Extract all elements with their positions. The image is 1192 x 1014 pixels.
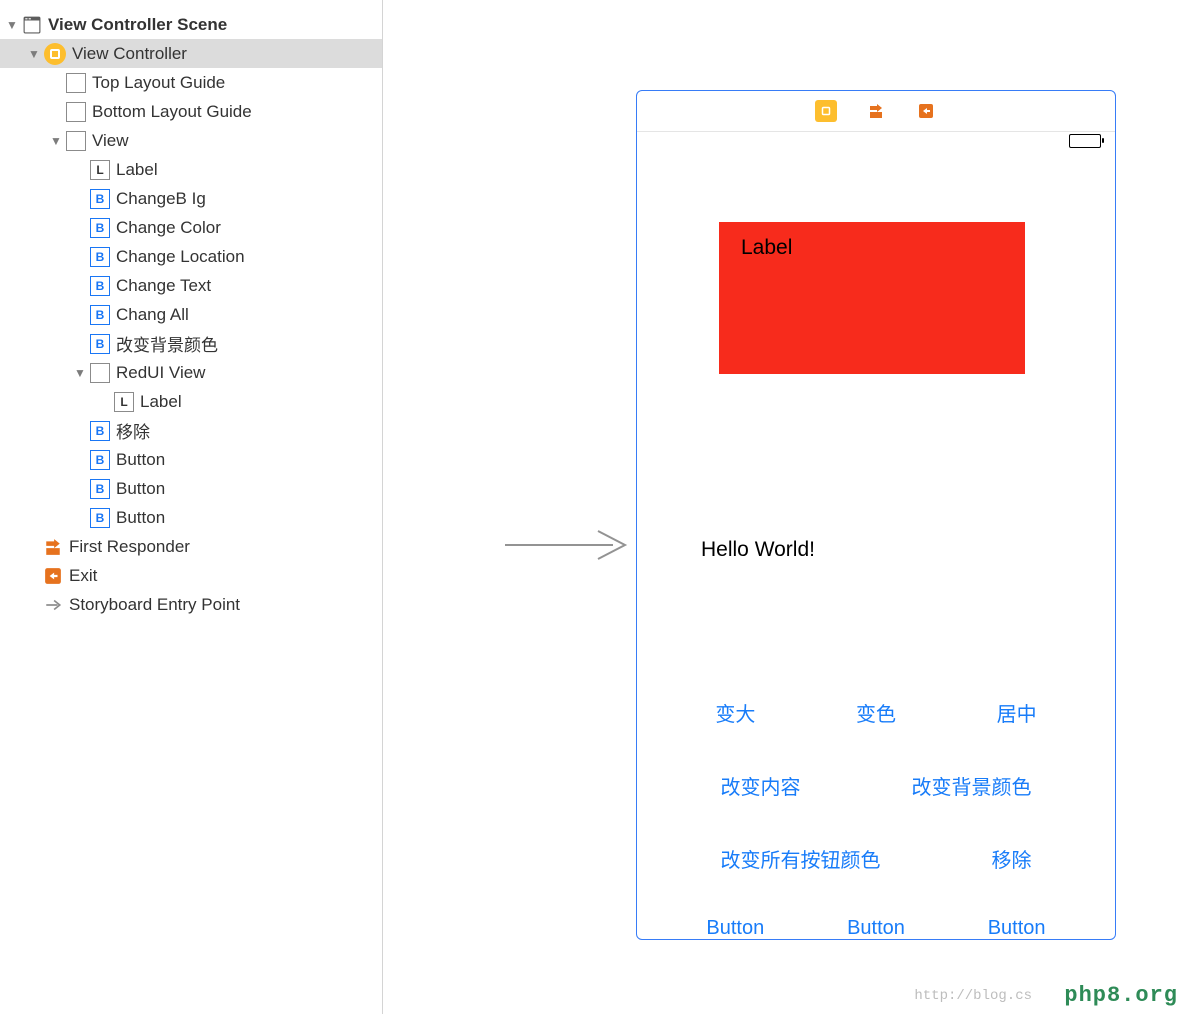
outline-item[interactable]: B Chang All xyxy=(0,300,382,329)
outline-item[interactable]: B ChangeB Ig xyxy=(0,184,382,213)
btn-generic-1[interactable]: Button xyxy=(706,917,764,940)
red-view-label: Label xyxy=(741,236,792,260)
blog-url-watermark: http://blog.cs xyxy=(914,988,1032,1004)
btn-generic-3[interactable]: Button xyxy=(988,917,1046,940)
button-icon: B xyxy=(90,189,110,209)
outline-view-row[interactable]: ▼ View xyxy=(0,126,382,155)
btn-remove[interactable]: 移除 xyxy=(992,844,1032,873)
outline-scene-row[interactable]: ▼ View Controller Scene xyxy=(0,10,382,39)
scene-dock-exit-icon[interactable] xyxy=(915,100,937,122)
uiview-icon xyxy=(66,131,86,151)
hello-world-label: Hello World! xyxy=(701,538,815,562)
disclosure-triangle-icon[interactable]: ▼ xyxy=(26,46,42,62)
outline-item[interactable]: B 改变背景颜色 xyxy=(0,329,382,358)
layoutguide-icon xyxy=(66,102,86,122)
button-icon: B xyxy=(90,247,110,267)
root-view[interactable]: Label Hello World! 变大 变色 居中 改变内容 改变背景颜色 … xyxy=(637,150,1115,940)
site-watermark: php8.org xyxy=(1064,983,1178,1008)
flow-arrow-icon xyxy=(503,525,633,565)
scene-dock xyxy=(637,91,1115,132)
exit-icon xyxy=(43,566,63,586)
outline-item[interactable]: B Button xyxy=(0,474,382,503)
btn-change-text[interactable]: 改变内容 xyxy=(721,771,801,800)
button-row: 改变所有按钮颜色 移除 xyxy=(637,844,1115,873)
battery-icon xyxy=(1069,134,1101,148)
storyboard-canvas-viewcontroller[interactable]: Label Hello World! 变大 变色 居中 改变内容 改变背景颜色 … xyxy=(636,90,1116,940)
outline-item[interactable]: L Label xyxy=(0,387,382,416)
outline-item[interactable]: B Button xyxy=(0,445,382,474)
button-icon: B xyxy=(90,508,110,528)
btn-change-color[interactable]: 变色 xyxy=(856,698,896,727)
outline-viewcontroller-row[interactable]: ▼ View Controller xyxy=(0,39,382,68)
btn-change-all-buttons-color[interactable]: 改变所有按钮颜色 xyxy=(721,844,881,873)
button-row: Button Button Button xyxy=(637,917,1115,940)
button-icon: B xyxy=(90,450,110,470)
outline-item[interactable]: B Change Text xyxy=(0,271,382,300)
button-row: 变大 变色 居中 xyxy=(637,698,1115,727)
outline-item[interactable]: B Change Location xyxy=(0,242,382,271)
outline-item[interactable]: B Button xyxy=(0,503,382,532)
outline-item[interactable]: L Label xyxy=(0,155,382,184)
layoutguide-icon xyxy=(66,73,86,93)
btn-enlarge[interactable]: 变大 xyxy=(715,698,755,727)
button-row: 改变内容 改变背景颜色 xyxy=(637,771,1115,800)
outline-exit[interactable]: Exit xyxy=(0,561,382,590)
status-bar xyxy=(637,132,1115,150)
document-outline[interactable]: ▼ View Controller Scene ▼ View Controlle… xyxy=(0,0,383,1014)
disclosure-triangle-icon[interactable]: ▼ xyxy=(72,365,88,381)
outline-first-responder[interactable]: First Responder xyxy=(0,532,382,561)
outline-scene-label: View Controller Scene xyxy=(48,15,227,35)
button-icon: B xyxy=(90,305,110,325)
btn-center[interactable]: 居中 xyxy=(997,698,1037,727)
viewcontroller-icon xyxy=(44,43,66,65)
button-icon: B xyxy=(90,276,110,296)
scene-dock-first-responder-icon[interactable] xyxy=(865,100,887,122)
btn-generic-2[interactable]: Button xyxy=(847,917,905,940)
outline-vc-label: View Controller xyxy=(72,44,187,64)
btn-change-bg[interactable]: 改变背景颜色 xyxy=(912,771,1032,800)
outline-item[interactable]: B Change Color xyxy=(0,213,382,242)
storyboard-scene-icon xyxy=(22,15,42,35)
label-icon: L xyxy=(114,392,134,412)
outline-top-layout-guide[interactable]: Top Layout Guide xyxy=(0,68,382,97)
buttons-grid: 变大 变色 居中 改变内容 改变背景颜色 改变所有按钮颜色 移除 Button … xyxy=(637,698,1115,940)
red-ui-view[interactable]: Label xyxy=(719,222,1025,374)
outline-redview-row[interactable]: ▼ RedUI View xyxy=(0,358,382,387)
disclosure-triangle-icon[interactable]: ▼ xyxy=(4,17,20,33)
outline-item[interactable]: B 移除 xyxy=(0,416,382,445)
button-icon: B xyxy=(90,218,110,238)
uiview-icon xyxy=(90,363,110,383)
entry-point-icon xyxy=(43,595,63,615)
button-icon: B xyxy=(90,479,110,499)
first-responder-icon xyxy=(43,537,63,557)
label-icon: L xyxy=(90,160,110,180)
outline-bottom-layout-guide[interactable]: Bottom Layout Guide xyxy=(0,97,382,126)
scene-dock-viewcontroller-icon[interactable] xyxy=(815,100,837,122)
button-icon: B xyxy=(90,421,110,441)
button-icon: B xyxy=(90,334,110,354)
disclosure-triangle-icon[interactable]: ▼ xyxy=(48,133,64,149)
outline-entry-point[interactable]: Storyboard Entry Point xyxy=(0,590,382,619)
